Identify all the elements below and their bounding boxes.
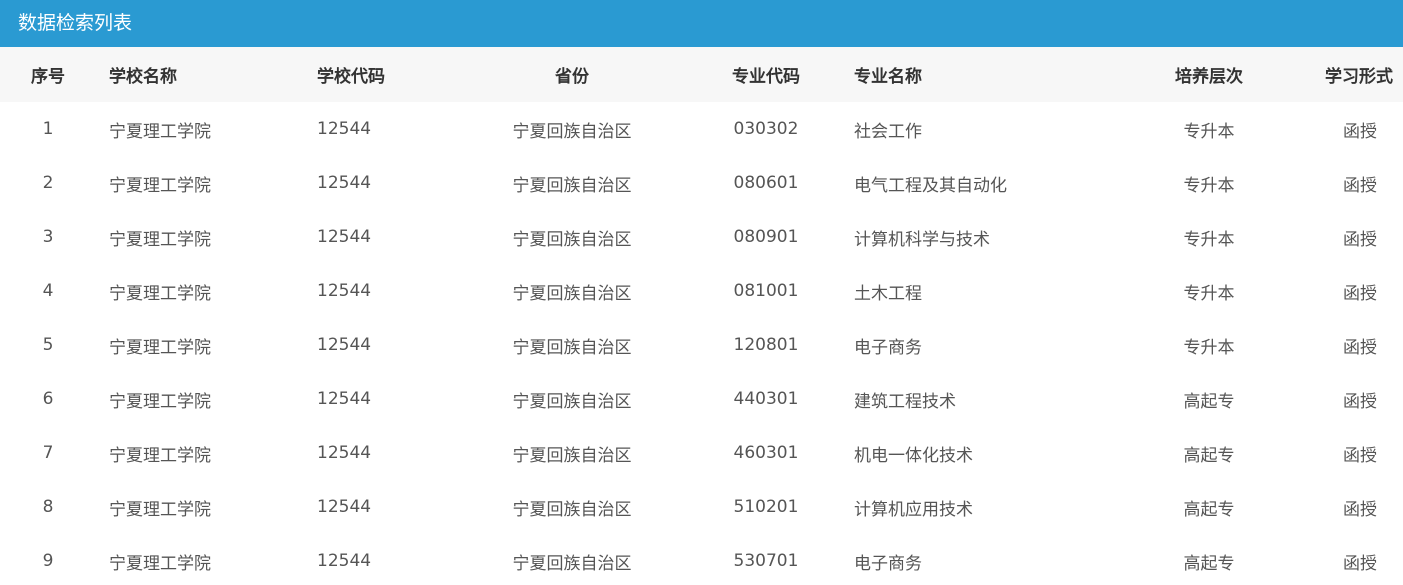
cell-school-name: 宁夏理工学院 <box>109 283 211 304</box>
cell-no: 3 <box>42 227 54 247</box>
results-table: 序号 学校名称 学校代码 省份 专业代码 专业名称 培养层次 学习形式 1 宁夏… <box>0 47 1403 585</box>
cell-study-form: 函授 <box>1343 445 1377 466</box>
cell-no: 8 <box>42 497 54 517</box>
header-school-code: 学校代码 <box>317 67 385 87</box>
cell-school-name: 宁夏理工学院 <box>109 445 211 466</box>
cell-study-form: 函授 <box>1343 283 1377 304</box>
cell-school-code: 12544 <box>317 551 372 571</box>
cell-school-name: 宁夏理工学院 <box>109 391 211 412</box>
cell-school-name: 宁夏理工学院 <box>109 553 211 574</box>
cell-level: 专升本 <box>1183 283 1235 304</box>
cell-school-name: 宁夏理工学院 <box>109 121 211 142</box>
cell-study-form: 函授 <box>1343 499 1377 520</box>
cell-school-code: 12544 <box>317 281 372 301</box>
cell-major-name: 机电一体化技术 <box>854 445 973 466</box>
data-search-panel: 数据检索列表 序号 学校名称 学校代码 省份 专业代码 专业名称 培养层次 学习… <box>0 0 1403 585</box>
cell-province: 宁夏回族自治区 <box>512 229 632 250</box>
header-no: 序号 <box>31 67 65 87</box>
table-row: 8 宁夏理工学院 12544 宁夏回族自治区 510201 计算机应用技术 高起… <box>0 480 1403 534</box>
cell-major-code: 030302 <box>733 119 799 139</box>
cell-school-name: 宁夏理工学院 <box>109 229 211 250</box>
header-study-form: 学习形式 <box>1325 67 1393 87</box>
cell-major-code: 120801 <box>733 335 799 355</box>
header-school-name: 学校名称 <box>109 67 177 87</box>
cell-study-form: 函授 <box>1343 553 1377 574</box>
cell-province: 宁夏回族自治区 <box>512 175 632 196</box>
cell-school-code: 12544 <box>317 389 372 409</box>
cell-school-code: 12544 <box>317 173 372 193</box>
cell-province: 宁夏回族自治区 <box>512 391 632 412</box>
cell-no: 7 <box>42 443 54 463</box>
cell-major-code: 440301 <box>733 389 799 409</box>
cell-level: 专升本 <box>1183 229 1235 250</box>
cell-level: 高起专 <box>1183 391 1235 412</box>
cell-major-code: 081001 <box>733 281 799 301</box>
cell-no: 6 <box>42 389 54 409</box>
cell-school-name: 宁夏理工学院 <box>109 499 211 520</box>
cell-major-name: 电子商务 <box>854 553 922 574</box>
cell-major-name: 电子商务 <box>854 337 922 358</box>
cell-study-form: 函授 <box>1343 337 1377 358</box>
table-row: 6 宁夏理工学院 12544 宁夏回族自治区 440301 建筑工程技术 高起专… <box>0 372 1403 426</box>
panel-title: 数据检索列表 <box>0 0 1403 47</box>
cell-major-code: 080901 <box>733 227 799 247</box>
cell-major-name: 计算机应用技术 <box>854 499 973 520</box>
cell-study-form: 函授 <box>1343 229 1377 250</box>
cell-province: 宁夏回族自治区 <box>512 499 632 520</box>
table-row: 9 宁夏理工学院 12544 宁夏回族自治区 530701 电子商务 高起专 函… <box>0 534 1403 585</box>
header-major-name: 专业名称 <box>854 67 922 87</box>
cell-no: 9 <box>42 551 54 571</box>
cell-major-name: 土木工程 <box>854 283 922 304</box>
table-row: 3 宁夏理工学院 12544 宁夏回族自治区 080901 计算机科学与技术 专… <box>0 210 1403 264</box>
cell-study-form: 函授 <box>1343 391 1377 412</box>
cell-school-code: 12544 <box>317 335 372 355</box>
cell-level: 专升本 <box>1183 337 1235 358</box>
header-level: 培养层次 <box>1175 67 1243 87</box>
table-body: 1 宁夏理工学院 12544 宁夏回族自治区 030302 社会工作 专升本 函… <box>0 102 1403 585</box>
header-province: 省份 <box>555 67 589 87</box>
cell-major-code: 460301 <box>733 443 799 463</box>
cell-school-name: 宁夏理工学院 <box>109 337 211 358</box>
cell-no: 4 <box>42 281 54 301</box>
cell-school-code: 12544 <box>317 119 372 139</box>
table-row: 7 宁夏理工学院 12544 宁夏回族自治区 460301 机电一体化技术 高起… <box>0 426 1403 480</box>
table-row: 4 宁夏理工学院 12544 宁夏回族自治区 081001 土木工程 专升本 函… <box>0 264 1403 318</box>
cell-school-code: 12544 <box>317 497 372 517</box>
cell-level: 专升本 <box>1183 121 1235 142</box>
cell-level: 高起专 <box>1183 499 1235 520</box>
cell-no: 2 <box>42 173 54 193</box>
header-major-code: 专业代码 <box>732 67 800 87</box>
cell-major-code: 510201 <box>733 497 799 517</box>
cell-level: 高起专 <box>1183 445 1235 466</box>
cell-major-name: 电气工程及其自动化 <box>854 175 1007 196</box>
cell-level: 专升本 <box>1183 175 1235 196</box>
cell-study-form: 函授 <box>1343 121 1377 142</box>
cell-major-name: 社会工作 <box>854 121 922 142</box>
cell-no: 5 <box>42 335 54 355</box>
cell-province: 宁夏回族自治区 <box>512 283 632 304</box>
table-header-row: 序号 学校名称 学校代码 省份 专业代码 专业名称 培养层次 学习形式 <box>0 47 1403 102</box>
cell-major-code: 080601 <box>733 173 799 193</box>
cell-province: 宁夏回族自治区 <box>512 337 632 358</box>
cell-school-code: 12544 <box>317 443 372 463</box>
cell-major-code: 530701 <box>733 551 799 571</box>
table-row: 5 宁夏理工学院 12544 宁夏回族自治区 120801 电子商务 专升本 函… <box>0 318 1403 372</box>
cell-major-name: 建筑工程技术 <box>854 391 956 412</box>
cell-no: 1 <box>42 119 54 139</box>
cell-major-name: 计算机科学与技术 <box>854 229 990 250</box>
cell-province: 宁夏回族自治区 <box>512 553 632 574</box>
table-row: 1 宁夏理工学院 12544 宁夏回族自治区 030302 社会工作 专升本 函… <box>0 102 1403 156</box>
cell-province: 宁夏回族自治区 <box>512 445 632 466</box>
cell-school-name: 宁夏理工学院 <box>109 175 211 196</box>
cell-province: 宁夏回族自治区 <box>512 121 632 142</box>
cell-school-code: 12544 <box>317 227 372 247</box>
table-row: 2 宁夏理工学院 12544 宁夏回族自治区 080601 电气工程及其自动化 … <box>0 156 1403 210</box>
cell-study-form: 函授 <box>1343 175 1377 196</box>
cell-level: 高起专 <box>1183 553 1235 574</box>
